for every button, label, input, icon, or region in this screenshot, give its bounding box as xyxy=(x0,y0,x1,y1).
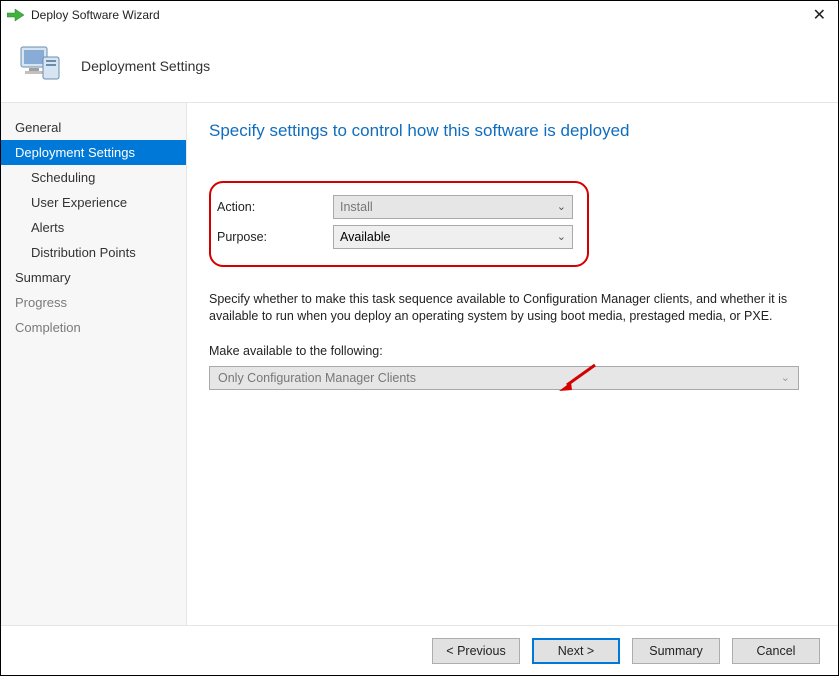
header-subtitle: Deployment Settings xyxy=(81,58,210,74)
body: General Deployment Settings Scheduling U… xyxy=(1,103,838,625)
page-heading: Specify settings to control how this sof… xyxy=(209,121,810,141)
next-button[interactable]: Next > xyxy=(532,638,620,664)
sidebar: General Deployment Settings Scheduling U… xyxy=(1,103,187,625)
footer: < Previous Next > Summary Cancel xyxy=(1,625,838,675)
close-icon[interactable]: ✕ xyxy=(807,5,832,25)
purpose-value: Available xyxy=(340,230,391,244)
highlight-box: Action: Install ⌄ Purpose: Available ⌄ xyxy=(209,181,589,267)
sidebar-item-completion: Completion xyxy=(1,315,186,340)
make-available-value: Only Configuration Manager Clients xyxy=(218,371,416,385)
info-text: Specify whether to make this task sequen… xyxy=(209,291,810,325)
make-available-label: Make available to the following: xyxy=(209,343,810,360)
summary-button[interactable]: Summary xyxy=(632,638,720,664)
previous-button[interactable]: < Previous xyxy=(432,638,520,664)
sidebar-item-progress: Progress xyxy=(1,290,186,315)
window-title: Deploy Software Wizard xyxy=(31,8,160,22)
make-available-select: Only Configuration Manager Clients ⌄ xyxy=(209,366,799,390)
make-available-wrap: Only Configuration Manager Clients ⌄ xyxy=(209,366,810,390)
chevron-down-icon: ⌄ xyxy=(557,200,566,213)
sidebar-item-alerts[interactable]: Alerts xyxy=(1,215,186,240)
sidebar-item-summary[interactable]: Summary xyxy=(1,265,186,290)
action-value: Install xyxy=(340,200,373,214)
action-row: Action: Install ⌄ xyxy=(217,195,573,219)
titlebar: Deploy Software Wizard ✕ xyxy=(1,1,838,29)
action-label: Action: xyxy=(217,200,333,214)
chevron-down-icon: ⌄ xyxy=(781,371,790,384)
sidebar-item-distribution-points[interactable]: Distribution Points xyxy=(1,240,186,265)
sidebar-item-user-experience[interactable]: User Experience xyxy=(1,190,186,215)
sidebar-item-general[interactable]: General xyxy=(1,115,186,140)
main-content: Specify settings to control how this sof… xyxy=(187,103,838,625)
cancel-button[interactable]: Cancel xyxy=(732,638,820,664)
sidebar-item-deployment-settings[interactable]: Deployment Settings xyxy=(1,140,186,165)
chevron-down-icon: ⌄ xyxy=(557,230,566,243)
purpose-row: Purpose: Available ⌄ xyxy=(217,225,573,249)
wizard-window: Deploy Software Wizard ✕ Deployment Sett… xyxy=(0,0,839,676)
purpose-label: Purpose: xyxy=(217,230,333,244)
sidebar-item-scheduling[interactable]: Scheduling xyxy=(1,165,186,190)
computer-icon xyxy=(19,43,63,88)
purpose-select[interactable]: Available ⌄ xyxy=(333,225,573,249)
wizard-arrow-icon xyxy=(7,8,25,22)
action-select: Install ⌄ xyxy=(333,195,573,219)
header-strip: Deployment Settings xyxy=(1,29,838,103)
